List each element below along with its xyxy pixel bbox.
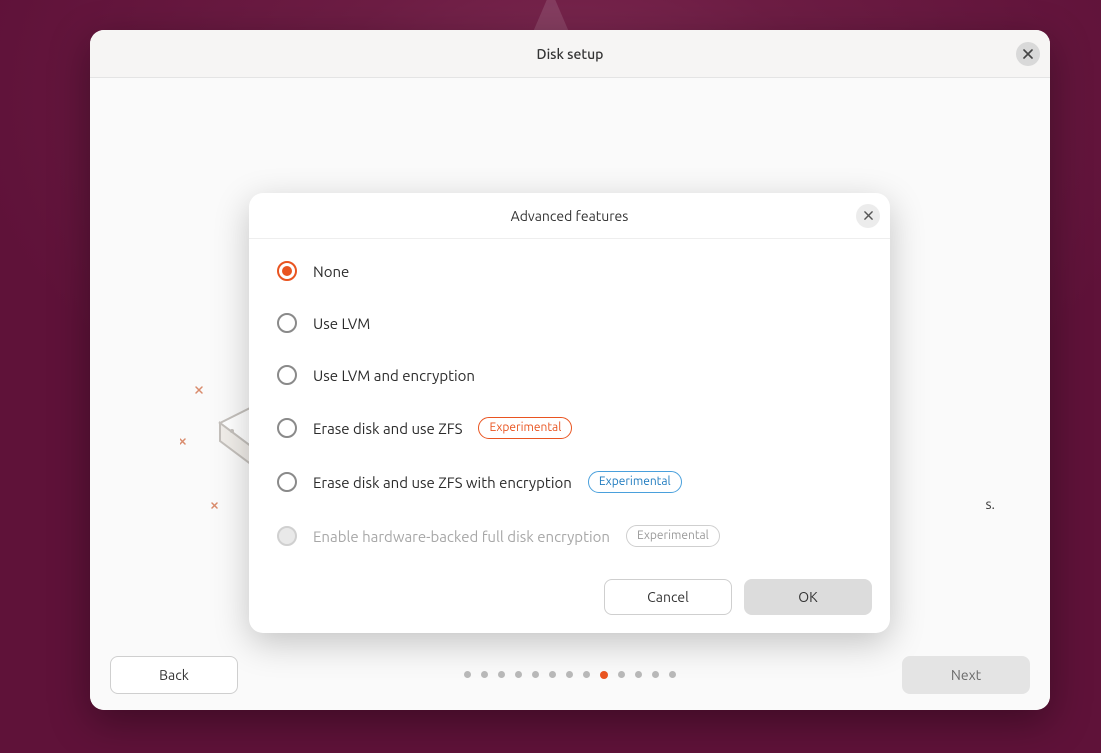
option-label: Use LVM and encryption xyxy=(313,367,475,384)
dialog-close-button[interactable] xyxy=(856,204,880,228)
option-zfs[interactable]: Erase disk and use ZFS Experimental xyxy=(277,417,862,439)
experimental-badge: Experimental xyxy=(478,417,572,439)
window-titlebar: Disk setup xyxy=(90,30,1050,78)
window-close-button[interactable] xyxy=(1016,42,1040,66)
dialog-header: Advanced features xyxy=(249,193,890,239)
window-body: s. Advanced features None Use LVM xyxy=(90,78,1050,710)
ok-button[interactable]: OK xyxy=(744,579,872,615)
background-triangle-decoration xyxy=(533,0,569,32)
experimental-badge: Experimental xyxy=(588,471,682,493)
option-none[interactable]: None xyxy=(277,261,862,281)
page-dot xyxy=(583,671,590,678)
installer-window: Disk setup s. xyxy=(90,30,1050,710)
page-dot xyxy=(600,671,608,679)
option-label: Use LVM xyxy=(313,315,370,332)
page-dot xyxy=(669,671,676,678)
radio-icon xyxy=(277,261,297,281)
page-dot xyxy=(498,671,505,678)
close-icon xyxy=(864,211,873,220)
options-list: None Use LVM Use LVM and encryption Eras… xyxy=(249,239,890,553)
radio-icon xyxy=(277,313,297,333)
page-dot xyxy=(566,671,573,678)
wizard-footer: Back Next xyxy=(90,640,1050,710)
option-label: Enable hardware-backed full disk encrypt… xyxy=(313,528,610,545)
experimental-badge: Experimental xyxy=(626,525,720,547)
partial-background-text: s. xyxy=(985,496,995,512)
option-use-lvm-encryption[interactable]: Use LVM and encryption xyxy=(277,365,862,385)
next-button[interactable]: Next xyxy=(902,656,1030,694)
cancel-button[interactable]: Cancel xyxy=(604,579,732,615)
page-dot xyxy=(635,671,642,678)
option-hardware-fde: Enable hardware-backed full disk encrypt… xyxy=(277,525,862,547)
option-label: Erase disk and use ZFS with encryption xyxy=(313,474,572,491)
page-indicator xyxy=(464,671,676,679)
advanced-features-dialog: Advanced features None Use LVM Use LVM a… xyxy=(249,193,890,633)
radio-icon xyxy=(277,365,297,385)
radio-icon xyxy=(277,418,297,438)
page-dot xyxy=(464,671,471,678)
dialog-button-row: Cancel OK xyxy=(249,553,890,633)
radio-icon xyxy=(277,526,297,546)
dialog-title: Advanced features xyxy=(511,208,629,224)
close-icon xyxy=(1023,49,1033,59)
option-label: Erase disk and use ZFS xyxy=(313,420,462,437)
page-dot xyxy=(652,671,659,678)
option-use-lvm[interactable]: Use LVM xyxy=(277,313,862,333)
page-dot xyxy=(532,671,539,678)
window-title: Disk setup xyxy=(537,46,604,62)
option-label: None xyxy=(313,263,349,280)
back-button[interactable]: Back xyxy=(110,656,238,694)
page-dot xyxy=(515,671,522,678)
radio-icon xyxy=(277,472,297,492)
page-dot xyxy=(481,671,488,678)
page-dot xyxy=(618,671,625,678)
option-zfs-encryption[interactable]: Erase disk and use ZFS with encryption E… xyxy=(277,471,862,493)
page-dot xyxy=(549,671,556,678)
